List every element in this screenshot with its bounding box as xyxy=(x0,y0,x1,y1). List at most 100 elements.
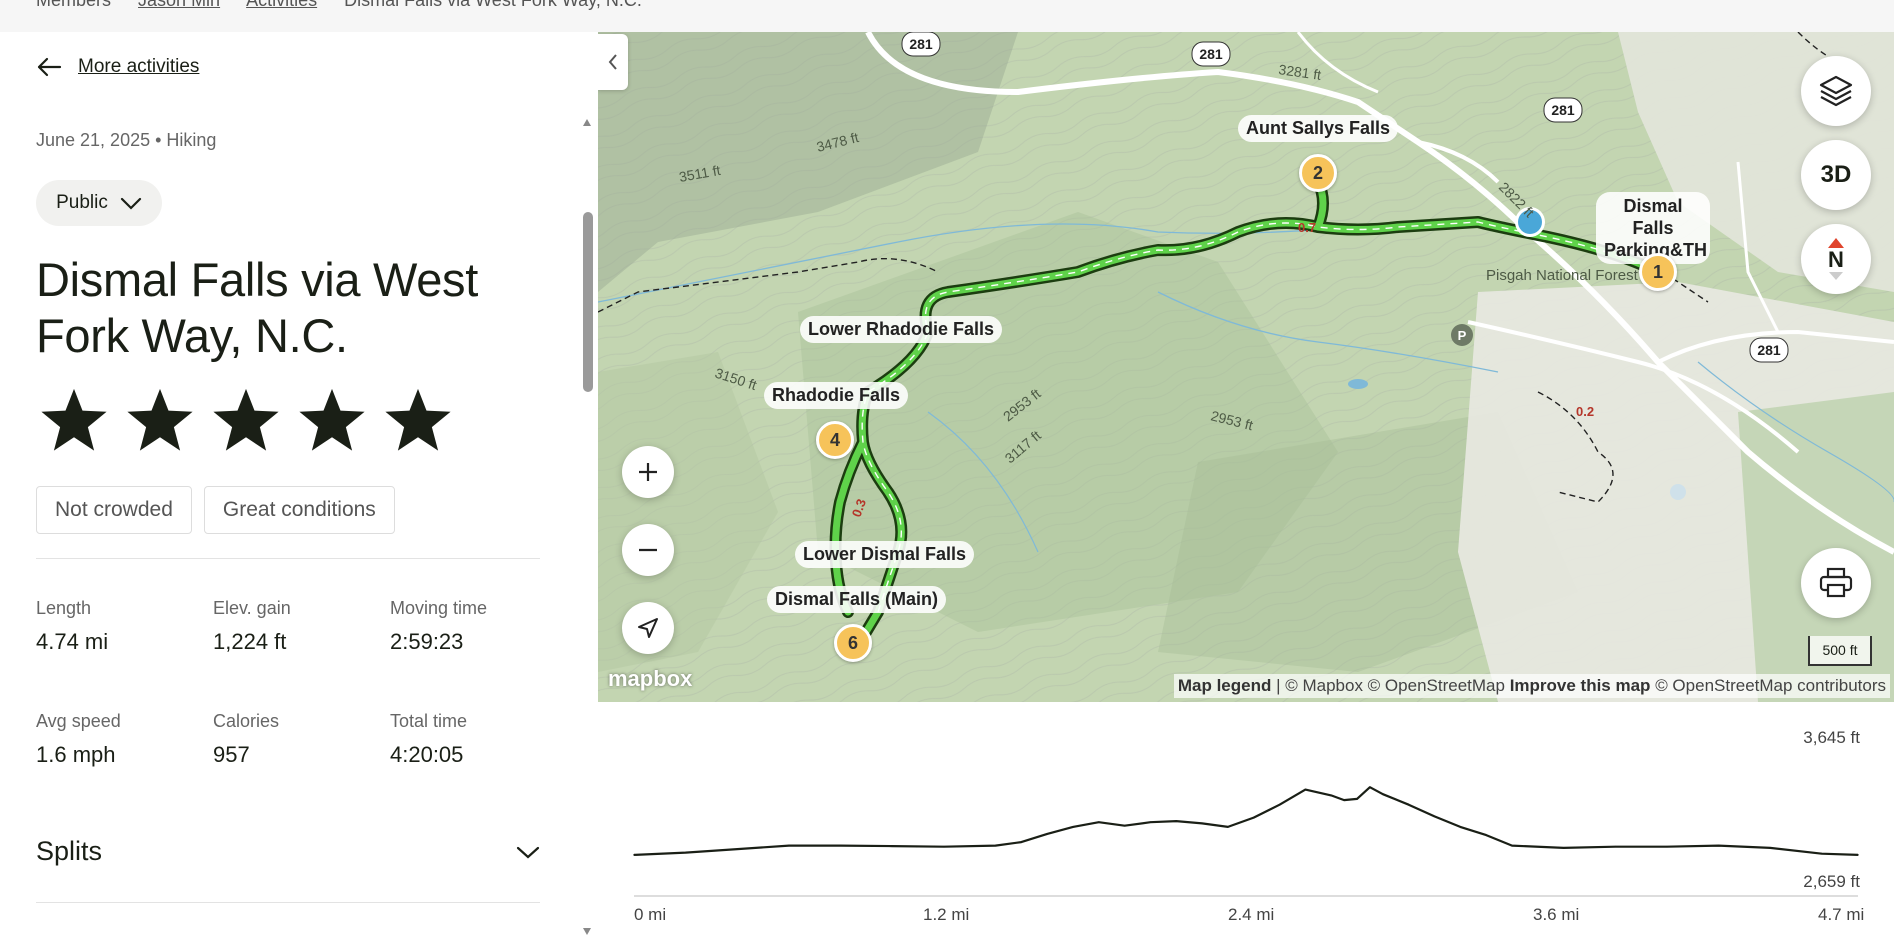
elevation-point xyxy=(1769,847,1772,849)
visibility-dropdown[interactable]: Public xyxy=(36,180,162,226)
elevation-point xyxy=(1485,834,1487,836)
minus-icon xyxy=(639,548,657,552)
parking-symbol: P xyxy=(1458,328,1467,343)
condition-tags: Not crowded Great conditions xyxy=(36,486,395,534)
star-icon xyxy=(385,388,451,451)
elevation-point xyxy=(1020,841,1023,843)
map-attribution: Map legend | © Mapbox © OpenStreetMap Im… xyxy=(1173,674,1890,698)
elevation-point xyxy=(1821,852,1823,855)
compass-label: N xyxy=(1828,247,1844,272)
elevation-point xyxy=(1201,822,1203,825)
elevation-point xyxy=(1562,847,1565,849)
x-tick-label: 4.7 mi xyxy=(1818,905,1865,924)
breadcrumb-item[interactable]: Members xyxy=(36,0,111,10)
mapbox-logo[interactable]: mapbox xyxy=(608,666,692,692)
elevation-point xyxy=(1252,816,1255,819)
svg-text:281: 281 xyxy=(1551,102,1575,118)
elevation-point xyxy=(1369,786,1371,789)
stat-label: Avg speed xyxy=(36,711,121,731)
waypoint-marker[interactable]: 2 xyxy=(1299,154,1337,192)
3d-button[interactable]: 3D xyxy=(1801,140,1871,210)
visibility-label: Public xyxy=(56,192,108,213)
breadcrumb-current: Dismal Falls via West Fork Way, N.C. xyxy=(344,0,642,10)
zoom-out-button[interactable] xyxy=(622,524,674,576)
elevation-point xyxy=(839,844,842,847)
elevation-point xyxy=(684,851,687,854)
elevation-point xyxy=(1382,793,1384,796)
elevation-point xyxy=(1175,820,1178,822)
svg-text:281: 281 xyxy=(1199,46,1223,62)
breadcrumb-item[interactable]: Jason Min xyxy=(138,0,220,10)
waypoint-label[interactable]: Lower Rhadodie Falls xyxy=(800,316,1003,343)
locate-button[interactable] xyxy=(622,602,674,654)
waypoint-marker[interactable]: 6 xyxy=(834,624,872,662)
elevation-point xyxy=(1433,815,1436,818)
arrow-left-icon xyxy=(37,57,62,77)
layers-button[interactable] xyxy=(1801,56,1871,126)
stat-value: 957 xyxy=(213,742,250,767)
stat-length: Length 4.74 mi xyxy=(36,598,108,655)
elevation-point xyxy=(1123,824,1126,827)
x-tick-label: 2.4 mi xyxy=(1228,905,1275,924)
zoom-in-button[interactable] xyxy=(622,446,674,498)
elevation-point xyxy=(1149,821,1152,824)
elevation-point xyxy=(1227,826,1229,828)
scale-bar: 500 ft xyxy=(1808,636,1872,666)
activity-date-type: June 21, 2025 • Hiking xyxy=(36,130,217,150)
map-view[interactable]: P 281 281 281 281 3281 ft 3478 ft 3511 f… xyxy=(598,32,1894,702)
segment-distance: 0.2 xyxy=(1576,404,1594,419)
elevation-point xyxy=(1459,826,1462,828)
printer-icon xyxy=(1819,567,1853,598)
elevation-point xyxy=(1304,788,1307,791)
waypoint-marker[interactable]: 1 xyxy=(1639,253,1677,291)
scrollbar-thumb[interactable] xyxy=(583,212,593,392)
chevron-down-icon xyxy=(120,197,141,210)
layers-icon xyxy=(1819,75,1853,107)
stat-label: Length xyxy=(36,598,92,618)
stat-value: 4:20:05 xyxy=(390,742,464,767)
elevation-line xyxy=(633,786,1859,856)
elevation-point xyxy=(1330,794,1333,797)
elevation-profile[interactable]: 3,645 ft 2,659 ft 0 mi 1.2 mi 2.4 mi 3.6… xyxy=(598,702,1894,937)
road-shield: 281 xyxy=(1543,97,1583,123)
elevation-point xyxy=(1098,821,1100,824)
x-tick-label: 1.2 mi xyxy=(923,905,970,924)
elevation-point xyxy=(994,844,997,847)
more-activities-label: More activities xyxy=(78,56,200,77)
print-button[interactable] xyxy=(1801,548,1871,618)
more-activities-link[interactable]: More activities xyxy=(36,56,199,78)
star-icon xyxy=(213,388,279,451)
elevation-point xyxy=(736,848,739,850)
road-shield: 281 xyxy=(901,32,941,57)
activity-panel: More activities June 21, 2025 • Hiking P… xyxy=(0,32,598,937)
waypoint-marker[interactable]: 4 xyxy=(816,421,854,459)
stat-label: Elev. gain xyxy=(213,598,291,618)
stat-value: 1.6 mph xyxy=(36,742,116,767)
map-legend-link[interactable]: Map legend xyxy=(1178,676,1272,695)
stat-moving-time: Moving time 2:59:23 xyxy=(390,598,487,655)
stat-avg-speed: Avg speed 1.6 mph xyxy=(36,711,121,768)
splits-label: Splits xyxy=(36,836,103,866)
attribution-text: © OpenStreetMap contributors xyxy=(1655,676,1886,695)
elevation-point xyxy=(1343,799,1345,801)
activity-title: Dismal Falls via West Fork Way, N.C. xyxy=(36,253,479,362)
compass-button[interactable]: N xyxy=(1801,224,1871,294)
elevation-chart xyxy=(633,786,1859,897)
attribution-text: | © Mapbox © OpenStreetMap xyxy=(1276,676,1505,695)
waypoint-label[interactable]: Lower Dismal Falls xyxy=(795,541,975,568)
star-icon xyxy=(41,388,107,451)
improve-map-link[interactable]: Improve this map xyxy=(1510,676,1651,695)
road-shield: 281 xyxy=(1749,337,1789,363)
waypoint-label[interactable]: Rhadodie Falls xyxy=(764,382,909,409)
waypoint-label[interactable]: Aunt Sallys Falls xyxy=(1238,115,1399,142)
divider xyxy=(36,558,540,559)
elevation-point xyxy=(943,845,945,848)
collapse-panel-button[interactable] xyxy=(598,34,628,90)
star-icon xyxy=(127,388,193,451)
rating-stars xyxy=(40,387,452,453)
splits-toggle[interactable]: Splits xyxy=(36,836,540,867)
waypoint-label[interactable]: Dismal Falls (Main) xyxy=(767,586,947,613)
elevation-point xyxy=(1046,833,1048,835)
breadcrumb-bar: Members Jason Min Activities Dismal Fall… xyxy=(0,0,1894,32)
breadcrumb-item[interactable]: Activities xyxy=(246,0,317,10)
